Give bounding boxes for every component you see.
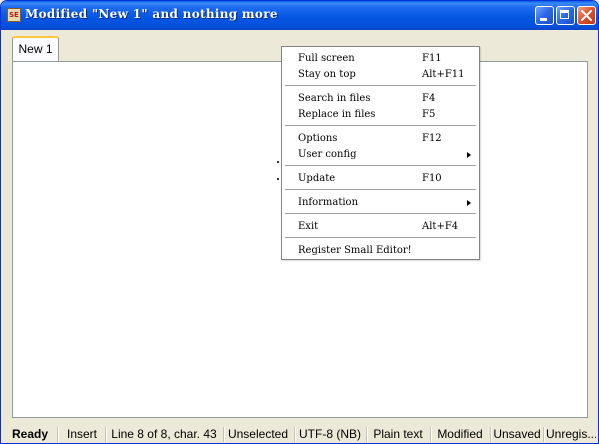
status-modified: Modified bbox=[437, 427, 483, 441]
status-divider bbox=[490, 427, 492, 442]
text-caret-mark bbox=[277, 178, 279, 180]
status-divider bbox=[366, 427, 368, 442]
menu-separator bbox=[285, 165, 476, 167]
menu-item-shortcut: F11 bbox=[422, 53, 442, 64]
main-window: SE Modified "New 1" and nothing more New… bbox=[0, 0, 599, 444]
status-cursor-position: Line 8 of 8, char. 43 bbox=[111, 427, 217, 441]
menu-item-update[interactable]: Update F10 bbox=[284, 171, 477, 187]
menu-item-label: Exit bbox=[298, 221, 319, 232]
menu-item-label: Options bbox=[298, 133, 338, 144]
menu-item-shortcut: F12 bbox=[422, 133, 442, 144]
menu-item-label: Register Small Editor! bbox=[298, 245, 412, 256]
context-menu: Full screen F11 Stay on top Alt+F11 Sear… bbox=[281, 46, 480, 260]
menu-item-shortcut: Alt+F4 bbox=[422, 221, 459, 232]
menu-item-label: Stay on top bbox=[298, 69, 356, 80]
menu-item-label: User config bbox=[298, 149, 357, 160]
maximize-button[interactable] bbox=[556, 6, 575, 25]
window-title: Modified "New 1" and nothing more bbox=[25, 7, 278, 21]
tab-new-1[interactable]: New 1 bbox=[12, 36, 59, 63]
menu-item-label: Information bbox=[298, 197, 359, 208]
menu-item-label: Full screen bbox=[298, 53, 355, 64]
menu-item-user-config[interactable]: User config bbox=[284, 147, 477, 163]
menu-item-replace-in-files[interactable]: Replace in files F5 bbox=[284, 107, 477, 123]
menu-item-full-screen[interactable]: Full screen F11 bbox=[284, 51, 477, 67]
menu-item-information[interactable]: Information bbox=[284, 195, 477, 211]
app-icon[interactable]: SE bbox=[7, 8, 21, 22]
status-divider bbox=[543, 427, 545, 442]
menu-item-shortcut: F4 bbox=[422, 93, 436, 104]
close-button[interactable] bbox=[577, 6, 596, 25]
menu-item-options[interactable]: Options F12 bbox=[284, 131, 477, 147]
status-divider bbox=[105, 427, 107, 442]
menu-item-register[interactable]: Register Small Editor! bbox=[284, 243, 477, 259]
status-bar: Ready Insert Line 8 of 8, char. 43 Unsel… bbox=[1, 424, 598, 443]
close-icon bbox=[581, 10, 592, 21]
status-divider bbox=[57, 427, 59, 442]
status-divider bbox=[430, 427, 432, 442]
status-divider bbox=[294, 427, 296, 442]
menu-separator bbox=[285, 85, 476, 87]
status-insert-mode[interactable]: Insert bbox=[61, 425, 103, 443]
menu-item-label: Update bbox=[298, 173, 336, 184]
menu-item-shortcut: F10 bbox=[422, 173, 442, 184]
status-state: Ready bbox=[11, 427, 49, 441]
menu-item-shortcut: F5 bbox=[422, 109, 436, 120]
status-divider bbox=[223, 427, 225, 442]
text-caret-mark bbox=[277, 161, 279, 163]
menu-item-shortcut: Alt+F11 bbox=[422, 69, 465, 80]
menu-item-label: Search in files bbox=[298, 93, 371, 104]
status-selection: Unselected bbox=[227, 427, 289, 441]
chevron-right-icon bbox=[467, 152, 471, 158]
menu-separator bbox=[285, 125, 476, 127]
minimize-button[interactable] bbox=[535, 6, 554, 25]
status-encoding[interactable]: UTF-8 (NB) bbox=[298, 425, 362, 443]
menu-item-search-in-files[interactable]: Search in files F4 bbox=[284, 91, 477, 107]
status-syntax[interactable]: Plain text bbox=[369, 425, 427, 443]
status-registration[interactable]: Unregis... bbox=[546, 425, 596, 443]
menu-item-label: Replace in files bbox=[298, 109, 376, 120]
maximize-icon bbox=[560, 10, 569, 19]
title-bar[interactable]: SE Modified "New 1" and nothing more bbox=[1, 1, 598, 30]
menu-separator bbox=[285, 237, 476, 239]
status-saved: Unsaved bbox=[493, 427, 541, 441]
menu-item-exit[interactable]: Exit Alt+F4 bbox=[284, 219, 477, 235]
menu-separator bbox=[285, 213, 476, 215]
menu-separator bbox=[285, 189, 476, 191]
minimize-icon bbox=[540, 18, 547, 21]
chevron-right-icon bbox=[467, 200, 471, 206]
menu-item-stay-on-top[interactable]: Stay on top Alt+F11 bbox=[284, 67, 477, 83]
